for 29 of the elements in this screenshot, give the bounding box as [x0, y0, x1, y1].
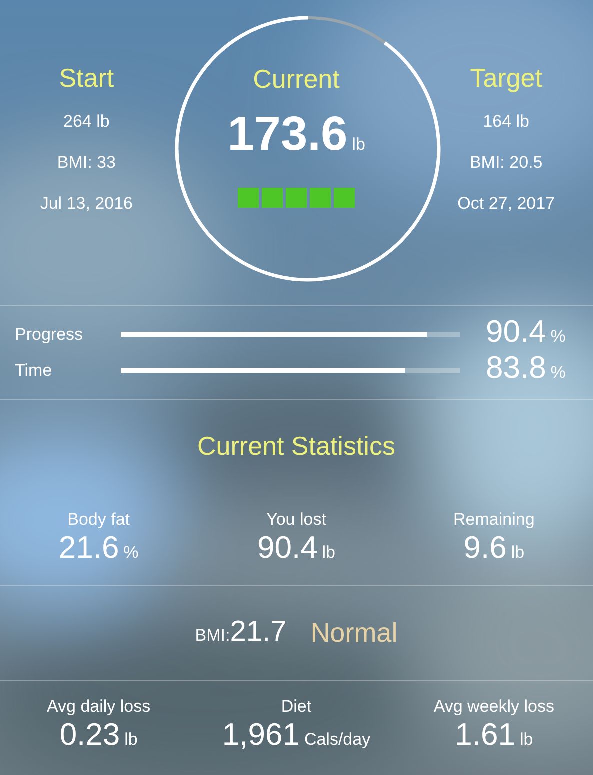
value-text: 83.8% — [486, 348, 566, 386]
column-title: Target — [470, 62, 542, 95]
column-title: Current — [253, 63, 340, 96]
value-text: 90.4 lb — [257, 530, 336, 567]
detail-text: Oct 27, 2017 — [458, 193, 556, 214]
value-text: 0.23 lb — [60, 716, 138, 754]
value-text: 1.61 lb — [455, 716, 534, 754]
current-weight: 173.6 lb — [228, 107, 366, 163]
detail-text: 264 lb — [64, 111, 110, 132]
value-text: 1,961 Cals/day — [222, 716, 371, 754]
column-title: Start — [59, 62, 114, 95]
value-text: 90.4% — [486, 312, 566, 350]
value-text: 21.6% — [58, 530, 139, 567]
stat-label: Avg weekly loss — [434, 696, 554, 716]
stat-label: Remaining — [454, 510, 535, 530]
detail-text: 164 lb — [483, 111, 530, 132]
bar-label: Progress — [14, 324, 84, 346]
stat-label: Diet — [281, 696, 312, 716]
stat-label: Avg daily loss — [47, 696, 151, 716]
detail-text: Jul 13, 2016 — [40, 193, 133, 214]
stat-label: Body fat — [68, 510, 130, 530]
stat-label: You lost — [266, 510, 326, 530]
detail-text: BMI: 20.5 — [470, 152, 543, 173]
bmi-category: Normal — [310, 616, 398, 650]
bar-label: Time — [14, 360, 54, 382]
detail-text: BMI: 33 — [57, 152, 116, 173]
bmi-value: BMI:21.7 — [195, 615, 287, 650]
value-text: 9.6 lb — [464, 530, 525, 567]
section-title: Current Statistics — [198, 430, 396, 462]
